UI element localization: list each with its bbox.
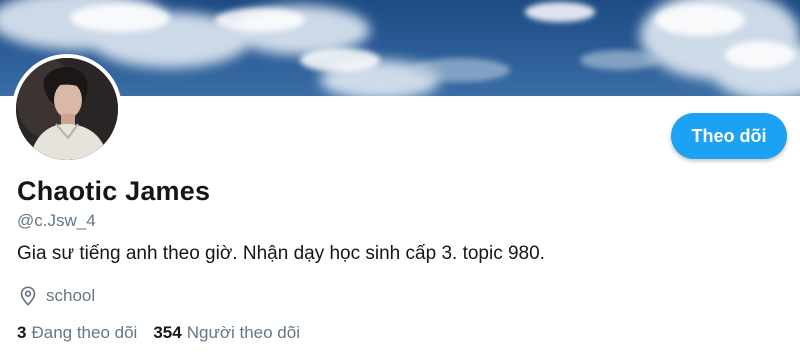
username-handle: @c.Jsw_4 — [17, 211, 96, 230]
follow-button[interactable]: Theo dõi — [671, 113, 787, 159]
profile-bio: Gia sư tiếng anh theo giờ. Nhận dạy học … — [17, 243, 545, 264]
profile-banner[interactable] — [0, 0, 800, 96]
follow-stats: 3 Đang theo dõi 354 Người theo dõi — [17, 323, 316, 343]
avatar[interactable] — [12, 54, 122, 164]
following-count: 3 — [17, 323, 27, 342]
following-label: Đang theo dõi — [31, 323, 138, 342]
followers-stat[interactable]: 354 Người theo dõi — [153, 323, 300, 343]
followers-label: Người theo dõi — [186, 323, 300, 342]
location-label: school — [46, 286, 96, 305]
following-stat[interactable]: 3 Đang theo dõi — [17, 323, 137, 343]
followers-count: 354 — [153, 323, 182, 342]
map-pin-icon — [17, 285, 39, 307]
display-name: Chaotic James — [17, 176, 211, 206]
avatar-photo — [16, 58, 118, 160]
profile-location: school — [17, 285, 95, 307]
